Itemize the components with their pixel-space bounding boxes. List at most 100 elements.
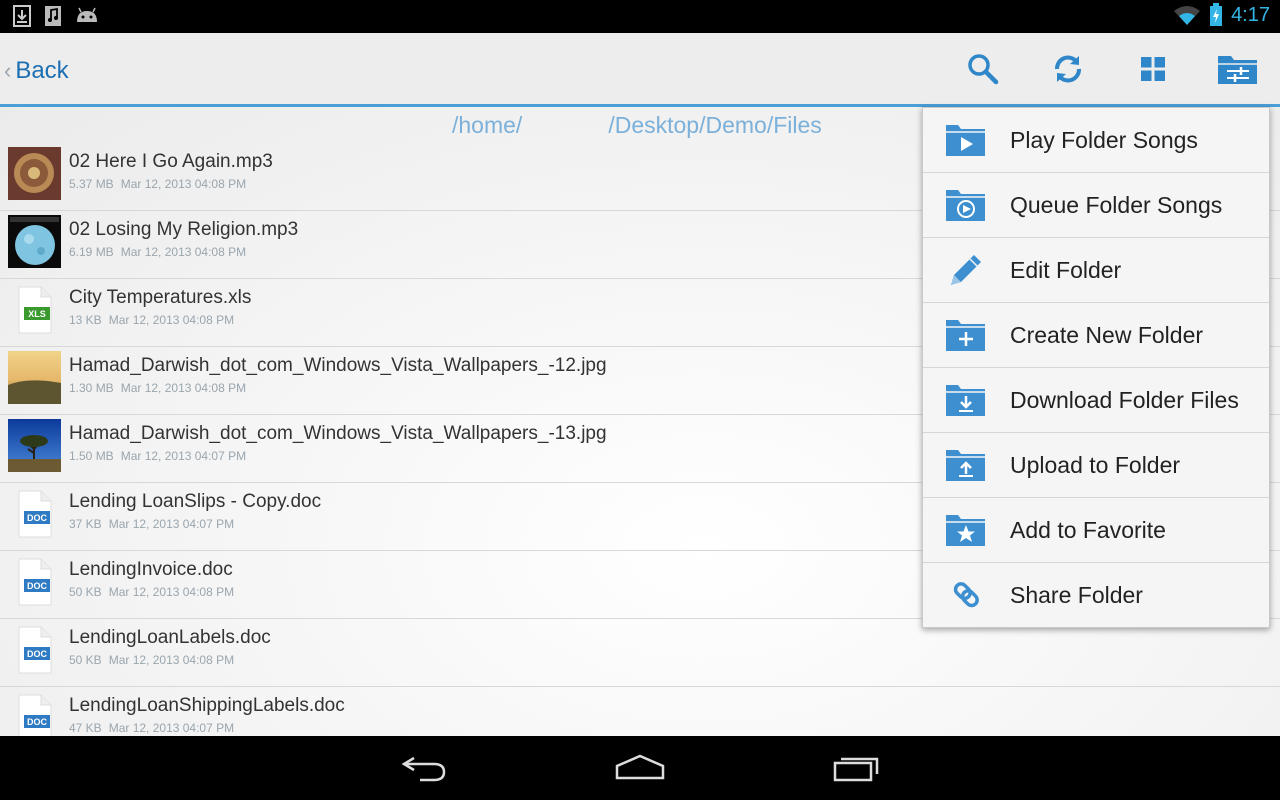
file-name: Lending LoanSlips - Copy.doc bbox=[69, 491, 322, 512]
android-icon bbox=[77, 7, 97, 22]
file-name: LendingInvoice.doc bbox=[69, 559, 233, 580]
file-meta: 50 KB Mar 12, 2013 04:08 PM bbox=[69, 653, 234, 667]
file-date: Mar 12, 2013 04:08 PM bbox=[108, 313, 235, 327]
home-nav-button[interactable] bbox=[614, 752, 666, 789]
pencil-icon bbox=[945, 252, 987, 288]
file-row[interactable]: DOC LendingLoanLabels.doc 50 KB Mar 12, 201… bbox=[0, 619, 1280, 687]
folder-options-button[interactable] bbox=[1195, 33, 1280, 104]
menu-item-upload-to-folder[interactable]: Upload to Folder bbox=[923, 433, 1269, 498]
menu-item-label: Create New Folder bbox=[1010, 322, 1204, 348]
clock: 4:17 bbox=[1231, 3, 1270, 26]
download-icon bbox=[13, 5, 31, 27]
menu-item-label: Upload to Folder bbox=[1010, 452, 1181, 478]
menu-item-label: Download Folder Files bbox=[1010, 387, 1239, 413]
image-thumbnail bbox=[8, 419, 61, 472]
menu-item-label: Share Folder bbox=[1010, 582, 1143, 608]
file-size: 13 KB bbox=[69, 313, 102, 327]
battery-charging-icon bbox=[1210, 3, 1223, 26]
file-size: 50 KB bbox=[69, 585, 102, 599]
file-name: 02 Losing My Religion.mp3 bbox=[69, 219, 299, 240]
file-meta: 6.19 MB Mar 12, 2013 04:08 PM bbox=[69, 245, 246, 259]
menu-item-share-folder[interactable]: Share Folder bbox=[923, 563, 1269, 628]
menu-item-create-new-folder[interactable]: Create New Folder bbox=[923, 303, 1269, 368]
file-size: 6.19 MB bbox=[69, 245, 114, 259]
file-name: LendingLoanShippingLabels.doc bbox=[69, 695, 345, 716]
folder-play-icon bbox=[945, 122, 987, 158]
menu-item-label: Add to Favorite bbox=[1010, 517, 1166, 543]
breadcrumb-files[interactable]: /Desktop/Demo/Files bbox=[608, 112, 821, 138]
file-name: LendingLoanLabels.doc bbox=[69, 627, 271, 648]
back-nav-button[interactable] bbox=[400, 752, 448, 789]
link-icon bbox=[945, 577, 987, 613]
wifi-icon bbox=[1174, 6, 1201, 25]
file-meta: 1.30 MB Mar 12, 2013 04:08 PM bbox=[69, 381, 246, 395]
doc-file-icon: DOC bbox=[8, 555, 61, 608]
action-bar: ‹ Back bbox=[0, 33, 1280, 107]
breadcrumb-home[interactable]: /home/ bbox=[452, 112, 522, 138]
folder-upload-icon bbox=[945, 447, 987, 483]
doc-file-icon: DOC bbox=[8, 623, 61, 676]
grid-view-icon bbox=[1140, 56, 1165, 81]
doc-file-icon: DOC bbox=[8, 691, 61, 736]
file-meta: 47 KB Mar 12, 2013 04:07 PM bbox=[69, 721, 234, 735]
folder-queue-icon bbox=[945, 187, 987, 223]
recents-nav-button[interactable] bbox=[832, 752, 882, 789]
file-meta: 5.37 MB Mar 12, 2013 04:08 PM bbox=[69, 177, 246, 191]
folder-options-menu: Play Folder Songs Queue Folder Songs Edit … bbox=[922, 107, 1270, 628]
file-meta: 1.50 MB Mar 12, 2013 04:07 PM bbox=[69, 449, 246, 463]
file-date: Mar 12, 2013 04:08 PM bbox=[108, 585, 235, 599]
status-bar: 4:17 bbox=[0, 0, 1280, 33]
breadcrumb: /home/ /Desktop/Demo/Files bbox=[452, 112, 822, 139]
xls-file-icon: XLS bbox=[8, 283, 61, 336]
image-thumbnail bbox=[8, 351, 61, 404]
home-nav-icon bbox=[615, 754, 665, 780]
menu-item-add-to-favorite[interactable]: Add to Favorite bbox=[923, 498, 1269, 563]
folder-download-icon bbox=[945, 382, 987, 418]
svg-text:XLS: XLS bbox=[28, 309, 46, 319]
file-meta: 13 KB Mar 12, 2013 04:08 PM bbox=[69, 313, 234, 327]
search-icon bbox=[967, 53, 998, 84]
file-size: 1.30 MB bbox=[69, 381, 114, 395]
album-art-thumbnail bbox=[8, 147, 61, 200]
recents-nav-icon bbox=[833, 757, 879, 782]
svg-text:DOC: DOC bbox=[27, 581, 48, 591]
menu-item-play-folder-songs[interactable]: Play Folder Songs bbox=[923, 108, 1269, 173]
file-size: 5.37 MB bbox=[69, 177, 114, 191]
back-button[interactable]: ‹ Back bbox=[4, 53, 69, 89]
file-date: Mar 12, 2013 04:08 PM bbox=[120, 381, 247, 395]
file-date: Mar 12, 2013 04:07 PM bbox=[108, 721, 235, 735]
album-art-thumbnail bbox=[8, 215, 61, 268]
file-date: Mar 12, 2013 04:07 PM bbox=[120, 449, 247, 463]
file-row[interactable]: DOC LendingLoanShippingLabels.doc 47 KB Mar… bbox=[0, 687, 1280, 736]
file-meta: 50 KB Mar 12, 2013 04:08 PM bbox=[69, 585, 234, 599]
svg-text:DOC: DOC bbox=[27, 717, 48, 727]
file-meta: 37 KB Mar 12, 2013 04:07 PM bbox=[69, 517, 234, 531]
file-date: Mar 12, 2013 04:08 PM bbox=[120, 177, 247, 191]
menu-item-label: Queue Folder Songs bbox=[1010, 192, 1223, 218]
grid-view-button[interactable] bbox=[1110, 33, 1195, 104]
file-date: Mar 12, 2013 04:07 PM bbox=[108, 517, 235, 531]
search-button[interactable] bbox=[940, 33, 1025, 104]
back-nav-icon bbox=[401, 756, 446, 782]
file-size: 1.50 MB bbox=[69, 449, 114, 463]
folder-options-icon bbox=[1217, 55, 1257, 84]
doc-file-icon: DOC bbox=[8, 487, 61, 540]
menu-item-label: Edit Folder bbox=[1010, 257, 1122, 283]
folder-star-icon bbox=[945, 512, 987, 548]
file-size: 37 KB bbox=[69, 517, 102, 531]
navigation-bar bbox=[0, 736, 1280, 800]
file-date: Mar 12, 2013 04:08 PM bbox=[120, 245, 247, 259]
menu-item-queue-folder-songs[interactable]: Queue Folder Songs bbox=[923, 173, 1269, 238]
file-name: Hamad_Darwish_dot_com_Windows_Vista_Wall… bbox=[69, 355, 607, 376]
file-name: City Temperatures.xls bbox=[69, 287, 252, 308]
file-size: 50 KB bbox=[69, 653, 102, 667]
refresh-button[interactable] bbox=[1025, 33, 1110, 104]
menu-item-download-folder-files[interactable]: Download Folder Files bbox=[923, 368, 1269, 433]
file-name: Hamad_Darwish_dot_com_Windows_Vista_Wall… bbox=[69, 423, 607, 444]
file-size: 47 KB bbox=[69, 721, 102, 735]
file-name: 02 Here I Go Again.mp3 bbox=[69, 151, 273, 172]
menu-item-edit-folder[interactable]: Edit Folder bbox=[923, 238, 1269, 303]
file-date: Mar 12, 2013 04:08 PM bbox=[108, 653, 235, 667]
svg-text:DOC: DOC bbox=[27, 649, 48, 659]
svg-text:DOC: DOC bbox=[27, 513, 48, 523]
